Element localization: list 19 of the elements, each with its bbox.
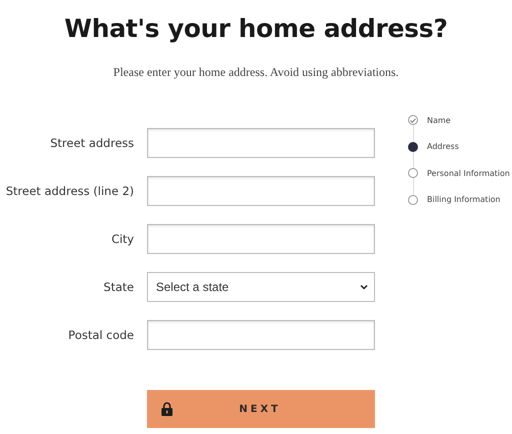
step-label: Address	[427, 142, 459, 152]
next-button[interactable]: NEXT	[147, 390, 375, 428]
input-field[interactable]	[147, 176, 375, 206]
input-field[interactable]	[147, 224, 375, 254]
lock-icon	[161, 402, 173, 416]
input-field[interactable]	[147, 320, 375, 350]
step-label: Name	[427, 116, 451, 125]
input-field[interactable]	[147, 128, 375, 158]
page-title: What's your home address?	[64, 14, 448, 43]
field-label: State	[104, 280, 134, 294]
field-label: Street address (line 2)	[6, 184, 134, 198]
field-label: City	[111, 232, 134, 246]
field-label: Street address	[50, 136, 134, 150]
field-label: Postal code	[68, 328, 134, 342]
step-label: Personal Information	[427, 168, 510, 178]
chevron-icon	[360, 284, 368, 290]
state-select[interactable]: Select a state	[147, 272, 375, 302]
step-label: Billing Information	[427, 195, 500, 204]
page-subtitle: Please enter your home address. Avoid using abbreviations.	[113, 65, 399, 80]
